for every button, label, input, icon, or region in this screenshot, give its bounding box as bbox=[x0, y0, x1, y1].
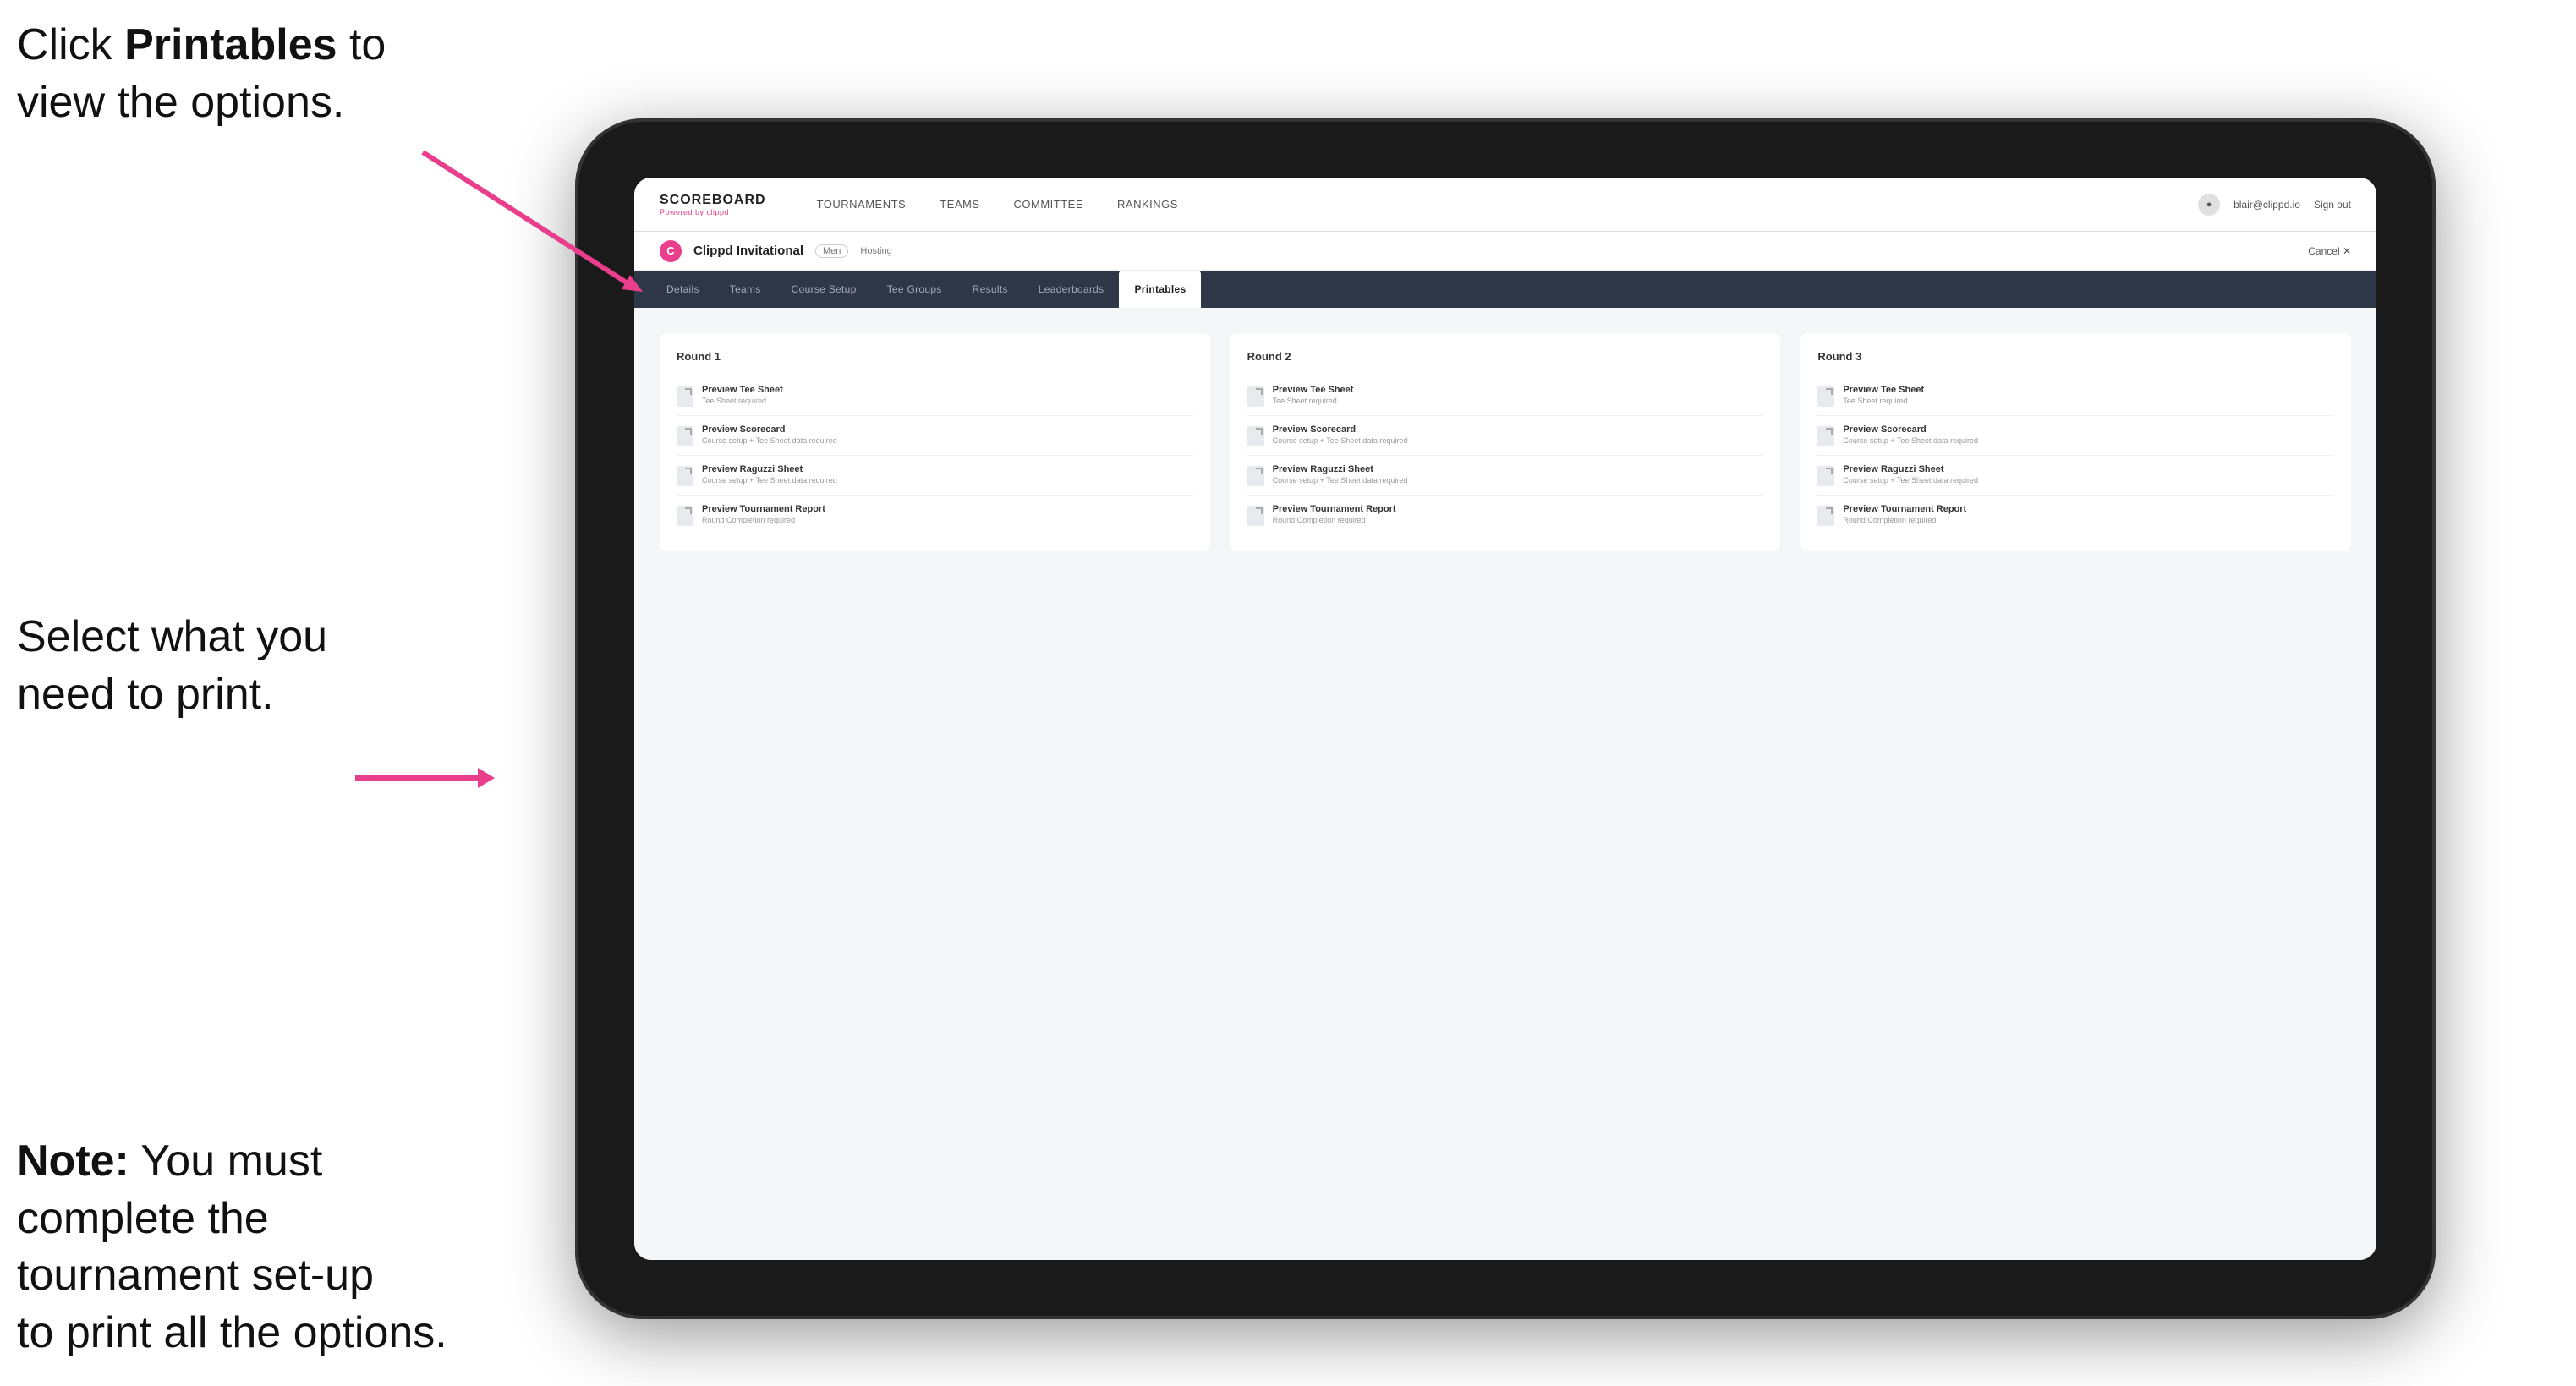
printables-bold: Printables bbox=[124, 20, 337, 69]
tab-leaderboards[interactable]: Leaderboards bbox=[1023, 271, 1120, 308]
arrow-top-icon bbox=[381, 144, 651, 296]
doc-icon bbox=[1817, 386, 1834, 407]
round-2-section: Round 2 Preview Tee Sheet Tee Sheet requ… bbox=[1230, 333, 1781, 551]
round1-tee-sheet-text: Preview Tee Sheet Tee Sheet required bbox=[702, 385, 783, 405]
annotation-middle: Select what youneed to print. bbox=[17, 609, 327, 723]
round1-scorecard[interactable]: Preview Scorecard Course setup + Tee She… bbox=[677, 416, 1193, 456]
round3-report-text: Preview Tournament Report Round Completi… bbox=[1843, 504, 1966, 524]
tournament-name-area: C Clippd Invitational Men Hosting bbox=[660, 240, 892, 262]
tab-printables[interactable]: Printables bbox=[1119, 271, 1201, 308]
doc-icon bbox=[1817, 426, 1834, 446]
tab-details[interactable]: Details bbox=[651, 271, 715, 308]
tab-course-setup[interactable]: Course Setup bbox=[776, 271, 872, 308]
round2-tee-sheet-text: Preview Tee Sheet Tee Sheet required bbox=[1273, 385, 1354, 405]
nav-tournaments[interactable]: TOURNAMENTS bbox=[817, 194, 907, 214]
doc-icon bbox=[677, 466, 693, 486]
round2-scorecard[interactable]: Preview Scorecard Course setup + Tee She… bbox=[1247, 416, 1764, 456]
round2-scorecard-text: Preview Scorecard Course setup + Tee She… bbox=[1273, 425, 1408, 445]
round1-tournament-report[interactable]: Preview Tournament Report Round Completi… bbox=[677, 496, 1193, 534]
arrow-middle-icon bbox=[313, 736, 499, 820]
doc-icon bbox=[1247, 466, 1264, 486]
round2-raguzzi[interactable]: Preview Raguzzi Sheet Course setup + Tee… bbox=[1247, 456, 1764, 496]
round3-raguzzi-text: Preview Raguzzi Sheet Course setup + Tee… bbox=[1843, 464, 1978, 485]
doc-icon bbox=[677, 506, 693, 526]
round2-tournament-report[interactable]: Preview Tournament Report Round Completi… bbox=[1247, 496, 1764, 534]
round3-tee-sheet[interactable]: Preview Tee Sheet Tee Sheet required bbox=[1817, 376, 2334, 416]
tournament-logo: C bbox=[660, 240, 682, 262]
sign-out-link[interactable]: Sign out bbox=[2314, 199, 2351, 211]
sub-tabs: Details Teams Course Setup Tee Groups Re… bbox=[634, 271, 2376, 308]
doc-icon bbox=[1247, 386, 1264, 407]
nav-teams[interactable]: TEAMS bbox=[940, 194, 979, 214]
round1-report-text: Preview Tournament Report Round Completi… bbox=[702, 504, 825, 524]
round1-raguzzi-text: Preview Raguzzi Sheet Course setup + Tee… bbox=[702, 464, 837, 485]
rounds-grid: Round 1 Preview Tee Sheet Tee Sheet requ… bbox=[660, 333, 2351, 551]
round3-raguzzi[interactable]: Preview Raguzzi Sheet Course setup + Tee… bbox=[1817, 456, 2334, 496]
cancel-button[interactable]: Cancel ✕ bbox=[2308, 245, 2351, 257]
doc-icon bbox=[1817, 466, 1834, 486]
doc-icon bbox=[677, 386, 693, 407]
logo-area: SCOREBOARD Powered by clippd bbox=[660, 193, 766, 216]
nav-rankings[interactable]: RANKINGS bbox=[1117, 194, 1178, 214]
nav-committee[interactable]: COMMITTEE bbox=[1014, 194, 1084, 214]
nav-right: ● blair@clippd.io Sign out bbox=[2198, 194, 2351, 216]
round-3-section: Round 3 Preview Tee Sheet Tee Sheet requ… bbox=[1800, 333, 2351, 551]
round2-report-text: Preview Tournament Report Round Completi… bbox=[1273, 504, 1396, 524]
doc-icon bbox=[1817, 506, 1834, 526]
tab-teams[interactable]: Teams bbox=[715, 271, 776, 308]
tab-tee-groups[interactable]: Tee Groups bbox=[872, 271, 957, 308]
tournament-header: C Clippd Invitational Men Hosting Cancel… bbox=[634, 232, 2376, 271]
user-email: blair@clippd.io bbox=[2233, 199, 2300, 211]
round-1-title: Round 1 bbox=[677, 350, 1193, 363]
round2-raguzzi-text: Preview Raguzzi Sheet Course setup + Tee… bbox=[1273, 464, 1408, 485]
annotation-bottom: Note: You mustcomplete thetournament set… bbox=[17, 1133, 447, 1361]
round1-scorecard-text: Preview Scorecard Course setup + Tee She… bbox=[702, 425, 837, 445]
round-3-title: Round 3 bbox=[1817, 350, 2334, 363]
round-2-title: Round 2 bbox=[1247, 350, 1764, 363]
round3-scorecard-text: Preview Scorecard Course setup + Tee She… bbox=[1843, 425, 1978, 445]
top-nav: SCOREBOARD Powered by clippd TOURNAMENTS… bbox=[634, 178, 2376, 232]
round3-tournament-report[interactable]: Preview Tournament Report Round Completi… bbox=[1817, 496, 2334, 534]
tablet-screen: SCOREBOARD Powered by clippd TOURNAMENTS… bbox=[634, 178, 2376, 1260]
tournament-name: Clippd Invitational bbox=[693, 244, 803, 258]
nav-avatar: ● bbox=[2198, 194, 2220, 216]
main-content: Round 1 Preview Tee Sheet Tee Sheet requ… bbox=[634, 308, 2376, 1260]
round-1-section: Round 1 Preview Tee Sheet Tee Sheet requ… bbox=[660, 333, 1210, 551]
round3-tee-sheet-text: Preview Tee Sheet Tee Sheet required bbox=[1843, 385, 1924, 405]
tablet-frame: SCOREBOARD Powered by clippd TOURNAMENTS… bbox=[575, 118, 2436, 1319]
annotation-top: Click Printables toview the options. bbox=[17, 17, 386, 131]
doc-icon bbox=[1247, 506, 1264, 526]
tournament-badge: Men bbox=[815, 244, 848, 258]
logo-title: SCOREBOARD bbox=[660, 193, 766, 208]
nav-links: TOURNAMENTS TEAMS COMMITTEE RANKINGS bbox=[817, 194, 2199, 214]
logo-subtitle: Powered by clippd bbox=[660, 208, 766, 216]
round1-raguzzi[interactable]: Preview Raguzzi Sheet Course setup + Tee… bbox=[677, 456, 1193, 496]
round1-tee-sheet[interactable]: Preview Tee Sheet Tee Sheet required bbox=[677, 376, 1193, 416]
tab-results[interactable]: Results bbox=[957, 271, 1023, 308]
tournament-status: Hosting bbox=[860, 246, 891, 256]
round2-tee-sheet[interactable]: Preview Tee Sheet Tee Sheet required bbox=[1247, 376, 1764, 416]
doc-icon bbox=[1247, 426, 1264, 446]
round3-scorecard[interactable]: Preview Scorecard Course setup + Tee She… bbox=[1817, 416, 2334, 456]
doc-icon bbox=[677, 426, 693, 446]
